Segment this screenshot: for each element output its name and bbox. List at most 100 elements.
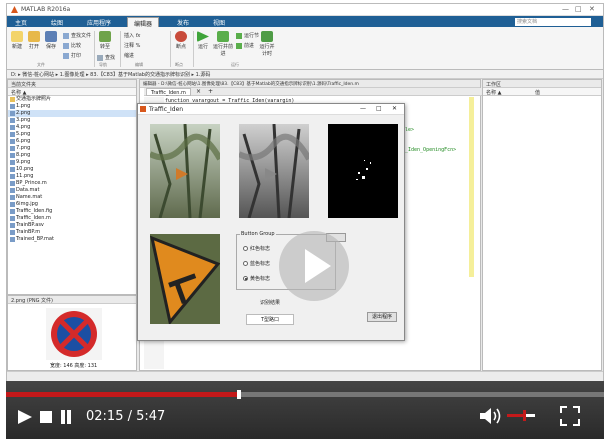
indent-button[interactable]: 缩进 [124, 52, 134, 59]
file-list-item[interactable]: 5.png [8, 131, 136, 138]
file-icon [10, 111, 15, 116]
current-folder-address-bar[interactable]: D: ▸ 微信-桩心网站 ▸ 1.图像处理 ▸ 83.【C83】基于Matlab… [7, 70, 603, 79]
tab-apps[interactable]: 应用程序 [81, 17, 117, 27]
volume-icon[interactable] [478, 406, 504, 426]
file-icon [10, 174, 15, 179]
workspace-name-column[interactable]: 名称 ▲ [486, 90, 501, 96]
pause-icon[interactable] [59, 409, 73, 425]
result-value-field: T型路口 [246, 314, 294, 325]
file-list-item[interactable]: Traffic_Iden.m [8, 215, 136, 222]
name-column-header[interactable]: 名称 ▲ [8, 88, 136, 96]
file-list-item[interactable]: Trained_BP.mat [8, 236, 136, 243]
time-display: 02:15 / 5:47 [86, 409, 166, 424]
file-list-item[interactable]: Traffic_Iden.fig [8, 208, 136, 215]
tab-publish[interactable]: 发布 [171, 17, 195, 27]
grayscale-image-axes [239, 124, 309, 218]
volume-handle[interactable] [522, 410, 526, 421]
progress-bar[interactable] [6, 390, 604, 399]
close-icon[interactable]: ✕ [589, 5, 595, 13]
file-list-item[interactable]: 1.png [8, 103, 136, 110]
file-list-item[interactable]: 7.png [8, 145, 136, 152]
current-folder-panel: 当前文件夹 名称 ▲ 交通指示牌照片 1.png 2.png 3.png 4.png 5… [7, 79, 137, 295]
new-button[interactable]: 新建 [10, 31, 24, 50]
file-list: 交通指示牌照片 1.png 2.png 3.png 4.png 5.png 6.png 7.… [8, 96, 136, 243]
play-icon[interactable] [16, 409, 34, 425]
file-list-item[interactable]: 6img.jpg [8, 201, 136, 208]
video-frame[interactable]: MATLAB R2016a — □ ✕ 主页 绘图 应用程序 编辑器 发布 视图… [6, 3, 604, 439]
workspace-value-column[interactable]: 值 [535, 89, 540, 96]
file-list-item[interactable]: 10.png [8, 166, 136, 173]
find-button[interactable]: 查找 [97, 54, 115, 61]
progress-handle[interactable] [236, 390, 241, 399]
save-button[interactable]: 保存 [44, 31, 58, 50]
file-list-item[interactable]: 8.png [8, 152, 136, 159]
folder-icon [10, 97, 15, 102]
yellow-sign-radio[interactable]: 黄色标志 [243, 275, 270, 282]
tab-plots[interactable]: 绘图 [45, 17, 69, 27]
file-list-item[interactable]: 3.png [8, 117, 136, 124]
red-sign-radio[interactable]: 红色标志 [243, 245, 270, 252]
file-list-item[interactable]: BP_Prince.m [8, 180, 136, 187]
fullscreen-icon[interactable] [559, 405, 581, 427]
dialog-close-icon[interactable]: ✕ [392, 105, 397, 112]
matlab-logo-icon [11, 6, 18, 13]
file-list-item[interactable]: Name.mat [8, 194, 136, 201]
new-tab-icon[interactable]: + [208, 88, 213, 95]
result-label: 识别结果 [260, 300, 281, 306]
run-icon [197, 31, 209, 42]
file-list-item[interactable]: TrainBP.m [8, 229, 136, 236]
tab-view[interactable]: 视图 [207, 17, 231, 27]
search-documentation-input[interactable]: 搜索文档 [515, 18, 591, 26]
dialog-title: Traffic_Iden [149, 106, 184, 113]
file-list-item[interactable]: 4.png [8, 124, 136, 131]
goto-button[interactable]: 转至 [97, 31, 113, 50]
play-overlay-button[interactable] [279, 231, 349, 301]
radio-indicator [243, 261, 248, 266]
volume-slider[interactable] [507, 410, 535, 421]
find-files-button[interactable]: 查找文件 [63, 32, 91, 39]
run-and-advance-button[interactable]: 运行并前进 [213, 31, 233, 57]
progress-bar-fill [6, 392, 239, 397]
file-list-item[interactable]: 11.png [8, 173, 136, 180]
file-name: 6.png [16, 138, 31, 144]
find-files-icon [63, 32, 69, 39]
tab-home[interactable]: 主页 [9, 17, 33, 27]
comment-button[interactable]: 注释 % [124, 42, 140, 49]
ribbon-tab-bar: 主页 绘图 应用程序 编辑器 发布 视图 搜索文档 [7, 16, 603, 28]
maximize-icon[interactable]: □ [575, 5, 582, 13]
file-name: 7.png [16, 145, 31, 151]
dialog-maximize-icon[interactable]: □ [376, 105, 382, 112]
insert-button[interactable]: 插入 fx [124, 32, 140, 39]
compare-button[interactable]: 比较 [63, 42, 81, 49]
file-list-item[interactable]: TrainBP.asv [8, 222, 136, 229]
breakpoints-button[interactable]: 断点 [173, 31, 189, 50]
workspace-columns: 名称 ▲ 值 [483, 88, 601, 96]
goto-icon [99, 31, 111, 42]
tab-editor[interactable]: 编辑器 [127, 17, 160, 28]
file-list-item[interactable]: 2.png [8, 110, 136, 117]
print-icon [63, 52, 69, 59]
advance-button[interactable]: 前进 [236, 42, 254, 49]
file-list-item[interactable]: Data.mat [8, 187, 136, 194]
file-list-item[interactable]: 9.png [8, 159, 136, 166]
file-list-item[interactable]: 6.png [8, 138, 136, 145]
editor-tab-traffic-iden[interactable]: Traffic_Iden.m [146, 88, 191, 96]
close-tab-icon[interactable]: × [196, 88, 201, 95]
file-icon [10, 230, 15, 235]
run-and-time-button[interactable]: 运行并计时 [258, 31, 276, 57]
folder-item[interactable]: 交通指示牌照片 [8, 96, 136, 103]
run-button[interactable]: 运行 [196, 31, 210, 50]
exit-program-button[interactable]: 退出程序 [367, 312, 397, 322]
dialog-minimize-icon[interactable]: — [360, 105, 366, 112]
run-section-button[interactable]: 运行节 [236, 32, 259, 39]
open-button[interactable]: 打开 [27, 31, 41, 50]
minimize-icon[interactable]: — [562, 5, 569, 13]
blue-sign-radio[interactable]: 蓝色标志 [243, 260, 270, 267]
ribbon-separator [193, 31, 194, 67]
radio-indicator-selected [243, 276, 248, 281]
file-name: TrainBP.asv [16, 222, 44, 228]
file-name: 1.png [16, 103, 31, 109]
print-button[interactable]: 打印 [63, 52, 81, 59]
stop-icon[interactable] [39, 409, 53, 425]
details-title: 2.png (PNG 文件) [8, 296, 136, 304]
